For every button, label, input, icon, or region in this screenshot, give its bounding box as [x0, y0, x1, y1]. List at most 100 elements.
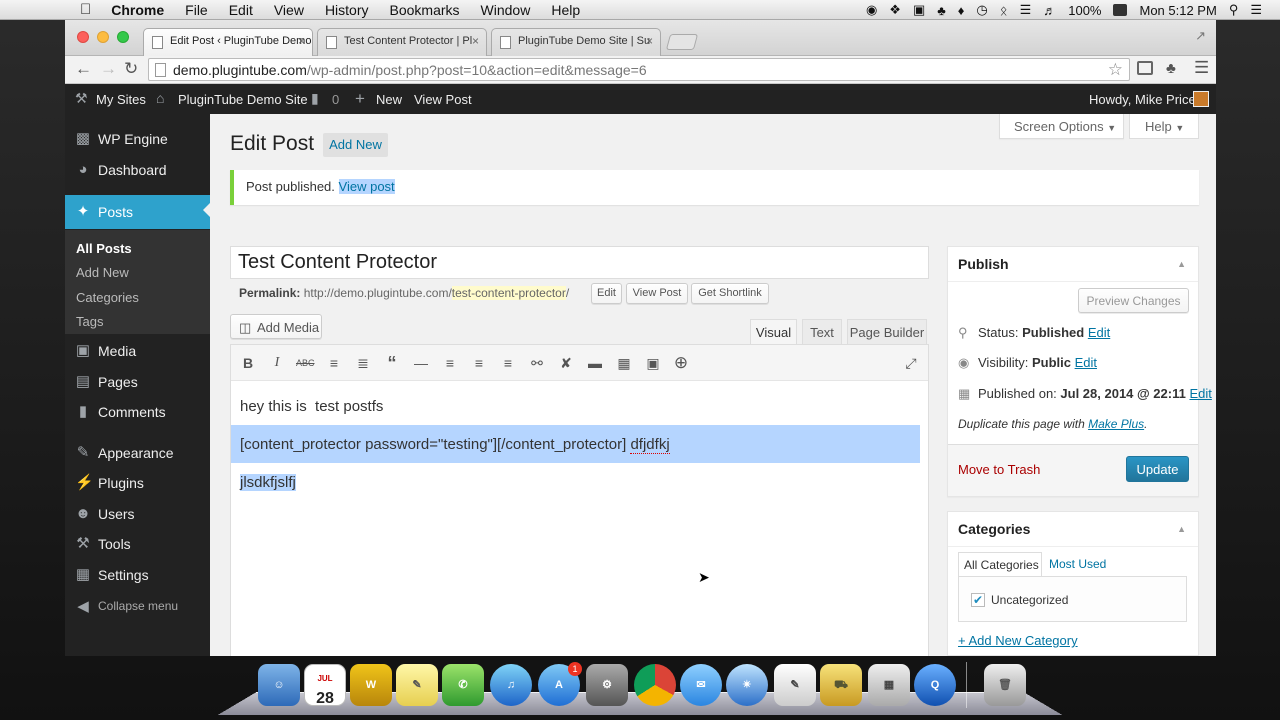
itunes-icon[interactable]: ♫ [490, 664, 532, 706]
view-post-notice-link[interactable]: View post [338, 179, 395, 194]
apple-icon[interactable]:  [80, 1, 91, 18]
trash-icon[interactable]: 🗑 [984, 664, 1026, 706]
messages-green-icon[interactable]: ✆ [442, 664, 484, 706]
submenu-all-posts[interactable]: All Posts [76, 241, 132, 256]
tab-edit-post[interactable]: Edit Post ‹ PluginTube Demo × [143, 28, 313, 56]
edit-date-link[interactable]: Edit [1189, 386, 1211, 401]
permalink-slug[interactable]: test-content-protector [451, 286, 566, 300]
extension-icon[interactable]: ♣ [1166, 60, 1176, 77]
preview-changes-button[interactable]: Preview Changes [1078, 288, 1189, 313]
horizontal-rule-icon[interactable]: — [412, 354, 430, 372]
sidebar-item-users[interactable]: ☻ Users [65, 499, 210, 529]
spotlight-icon[interactable]: ⚲ [1229, 2, 1239, 18]
make-plus-link[interactable]: Make Plus [1088, 417, 1144, 431]
collapse-arrow-icon[interactable]: ▲ [1177, 259, 1186, 269]
calculator-icon[interactable]: ▦ [868, 664, 910, 706]
unlink-icon[interactable]: ✘ [557, 354, 575, 372]
sidebar-item-tools[interactable]: ⚒ Tools [65, 529, 210, 559]
back-icon[interactable]: ← [75, 60, 92, 78]
tab-all-categories[interactable]: All Categories [958, 552, 1042, 577]
checkbox-checked[interactable]: ✔ [971, 593, 985, 607]
close-tab-icon[interactable]: × [472, 34, 479, 48]
sidebar-item-posts[interactable]: ✦ Posts [65, 195, 210, 229]
cast-icon[interactable] [1137, 61, 1153, 75]
record-icon[interactable]: ◉ [866, 2, 877, 18]
collapse-arrow-icon[interactable]: ▲ [1177, 524, 1186, 534]
clock[interactable]: Mon 5:12 PM [1139, 3, 1216, 18]
avatar[interactable] [1193, 91, 1209, 107]
lock-icon[interactable]: ▣ [644, 354, 662, 372]
messages-icon[interactable]: ✉ [680, 664, 722, 706]
tab-most-used[interactable]: Most Used [1049, 557, 1106, 571]
edit-permalink-button[interactable]: Edit [591, 283, 622, 304]
sidebar-item-media[interactable]: ▣ Media [65, 336, 210, 366]
volume-icon[interactable]: ♬ [1043, 3, 1056, 18]
maximize-window-button[interactable] [117, 31, 129, 43]
link-icon[interactable]: ⚯ [528, 354, 546, 372]
comments-count[interactable]: 0 [332, 92, 339, 107]
sidebar-item-settings[interactable]: ▦ Settings [65, 560, 210, 590]
menu-bookmarks[interactable]: Bookmarks [390, 2, 460, 18]
new-tab-button[interactable] [665, 34, 699, 50]
menu-file[interactable]: File [185, 2, 208, 18]
camera-icon[interactable]: ▣ [913, 2, 925, 18]
sidebar-item-appearance[interactable]: ✎ Appearance [65, 438, 210, 468]
wifi-icon[interactable]: ☰ [1020, 2, 1032, 18]
menu-window[interactable]: Window [481, 2, 531, 18]
finder-icon[interactable]: ☺ [258, 664, 300, 706]
chrome-icon[interactable] [634, 664, 676, 706]
address-bar[interactable]: demo.plugintube.com/wp-admin/post.php?po… [148, 58, 1130, 81]
distraction-free-icon[interactable]: ⤢ [902, 354, 920, 372]
post-title-input[interactable]: Test Content Protector [230, 246, 929, 279]
strikethrough-icon[interactable]: ABC [296, 354, 315, 372]
view-post-button[interactable]: View Post [626, 283, 688, 304]
edit-visibility-link[interactable]: Edit [1075, 355, 1097, 370]
forward-icon[interactable]: → [100, 60, 117, 78]
align-left-icon[interactable]: ≡ [441, 354, 459, 372]
add-media-button[interactable]: ◫ Add Media [230, 314, 322, 339]
menu-edit[interactable]: Edit [229, 2, 253, 18]
bookmark-star-icon[interactable]: ☆ [1108, 60, 1123, 80]
tab-visual[interactable]: Visual [750, 319, 797, 344]
stickies-icon[interactable]: ✎ [396, 664, 438, 706]
toolbar-toggle-icon[interactable]: ▦ [615, 354, 633, 372]
time-machine-icon[interactable]: ◷ [976, 2, 987, 18]
move-to-trash-link[interactable]: Move to Trash [958, 462, 1040, 477]
edit-status-link[interactable]: Edit [1088, 325, 1110, 340]
new-link[interactable]: New [376, 92, 402, 107]
update-button[interactable]: Update [1126, 456, 1189, 482]
menu-icon[interactable]: ☰ [1194, 58, 1209, 78]
blockquote-icon[interactable]: “ [383, 354, 401, 372]
tab-test-content-protector[interactable]: Test Content Protector | Pl × [317, 28, 487, 56]
bluetooth-icon[interactable]: ᛟ [1000, 3, 1008, 18]
sidebar-item-pages[interactable]: ▤ Pages [65, 367, 210, 397]
help-button[interactable]: Help ▼ [1129, 114, 1199, 139]
close-tab-icon[interactable]: × [298, 34, 305, 48]
menu-help[interactable]: Help [551, 2, 580, 18]
tab-text[interactable]: Text [802, 319, 842, 344]
get-shortlink-button[interactable]: Get Shortlink [691, 283, 769, 304]
sidebar-item-plugins[interactable]: ⚡ Plugins [65, 468, 210, 498]
calendar-icon[interactable]: JUL 28 [304, 664, 346, 707]
editor-content[interactable]: hey this is test postfs [content_protect… [231, 397, 920, 511]
sidebar-item-dashboard[interactable]: ◕ Dashboard [65, 155, 210, 185]
add-new-button[interactable]: Add New [323, 133, 388, 157]
minimize-window-button[interactable] [97, 31, 109, 43]
read-more-icon[interactable]: ▬ [586, 354, 604, 372]
menu-history[interactable]: History [325, 2, 369, 18]
add-circle-icon[interactable]: ⊕ [672, 354, 690, 372]
bullet-list-icon[interactable]: ≡ [325, 354, 343, 372]
site-name-link[interactable]: PluginTube Demo Site [178, 92, 308, 107]
fullscreen-icon[interactable]: ↗ [1195, 28, 1206, 44]
notification-icon[interactable]: ♦ [958, 3, 965, 18]
textedit-icon[interactable]: ✎ [774, 664, 816, 706]
howdy-link[interactable]: Howdy, Mike Price [1089, 92, 1196, 107]
tab-page-builder[interactable]: Page Builder [847, 319, 927, 344]
evernote-icon[interactable]: ♣ [937, 3, 946, 18]
dropbox-icon[interactable]: ❖ [889, 2, 901, 18]
reload-icon[interactable]: ↻ [124, 60, 138, 78]
safari-icon[interactable]: ✴ [726, 664, 768, 706]
align-right-icon[interactable]: ≡ [499, 354, 517, 372]
add-new-category-link[interactable]: + Add New Category [958, 633, 1078, 648]
view-post-link[interactable]: View Post [414, 92, 472, 107]
